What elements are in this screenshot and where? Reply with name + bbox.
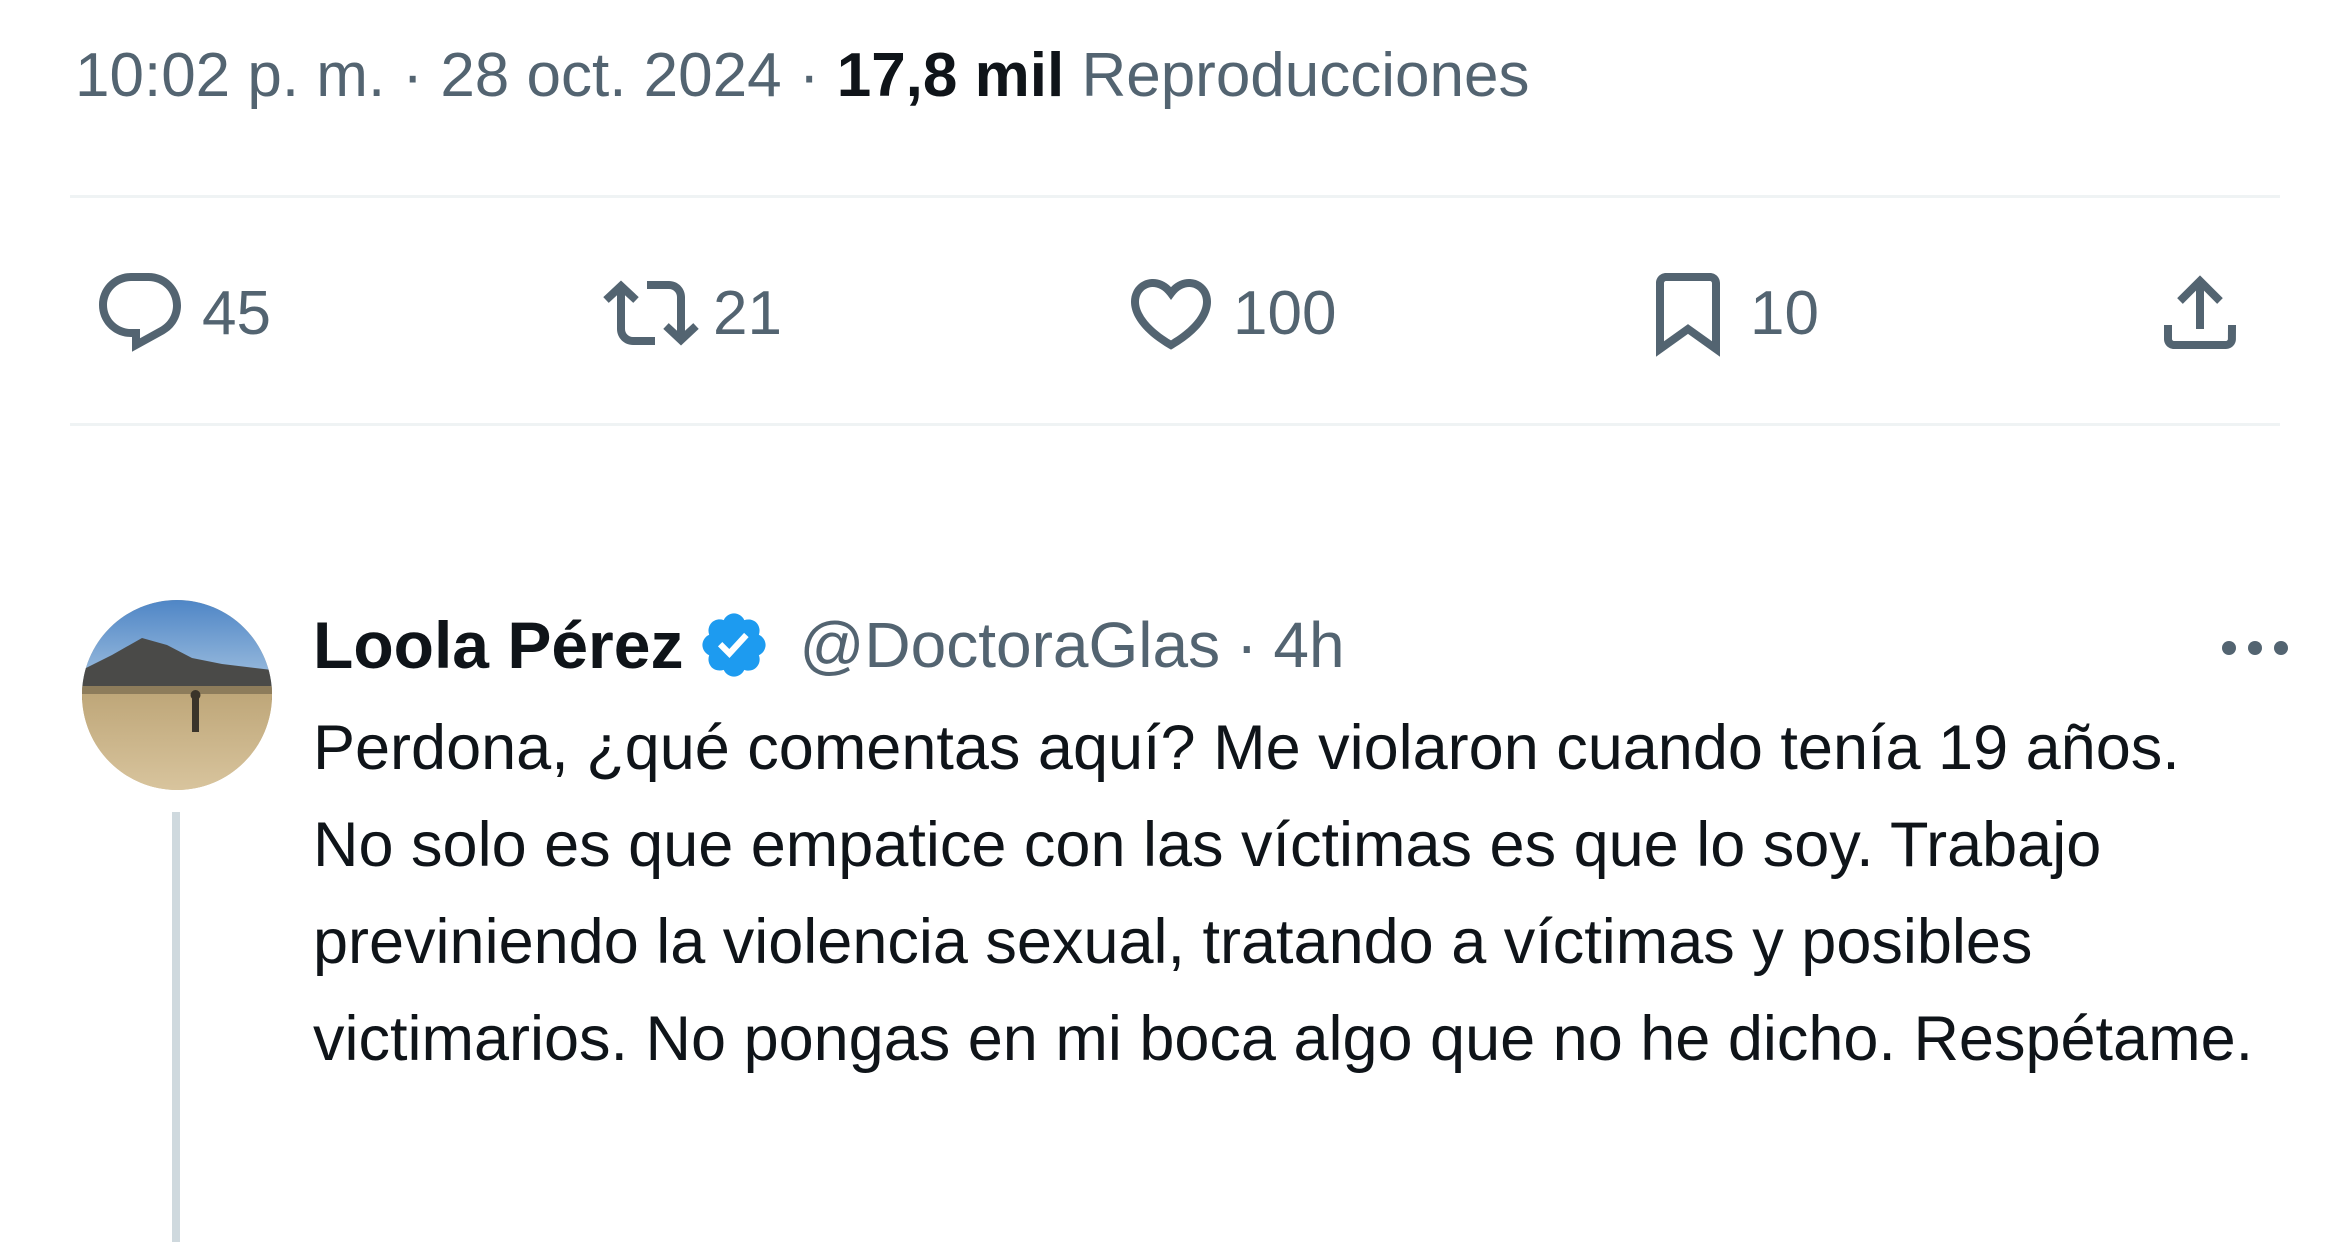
views-count[interactable]: 17,8 mil	[837, 41, 1064, 110]
reply-text: Perdona, ¿qué comentas aquí? Me violaron…	[313, 713, 2254, 1074]
meta-separator: ·	[798, 41, 820, 110]
tweet-meta: 10:02 p. m. · 28 oct. 2024 · 17,8 mil Re…	[75, 30, 1529, 122]
heart-icon	[1123, 265, 1219, 361]
share-icon	[2152, 265, 2248, 361]
more-icon	[2222, 641, 2288, 655]
handle[interactable]: @DoctoraGlas	[799, 608, 1220, 682]
like-button[interactable]: 100	[1123, 258, 1336, 368]
avatar[interactable]	[82, 600, 272, 790]
retweet-count: 21	[713, 278, 782, 348]
header-separator: ·	[1236, 609, 1258, 681]
retweet-button[interactable]: 21	[603, 258, 782, 368]
bookmark-button[interactable]: 10	[1640, 258, 1819, 368]
views-label: Reproducciones	[1081, 41, 1530, 110]
divider	[70, 195, 2280, 198]
thread-line	[172, 812, 180, 1242]
more-options-button[interactable]	[2215, 618, 2295, 678]
display-name[interactable]: Loola Pérez	[313, 607, 683, 683]
tweet-time[interactable]: 10:02 p. m.	[75, 41, 385, 110]
time-ago[interactable]: 4h	[1273, 608, 1344, 682]
reply-header: Loola Pérez @DoctoraGlas · 4h	[313, 600, 1345, 690]
action-bar: 45 21 100 10	[0, 258, 2350, 368]
reply-button[interactable]: 45	[92, 258, 271, 368]
meta-separator: ·	[402, 41, 424, 110]
verified-badge-icon[interactable]	[697, 608, 771, 682]
bookmark-count: 10	[1750, 278, 1819, 348]
reply-count: 45	[202, 278, 271, 348]
reply-tweet[interactable]: Loola Pérez @DoctoraGlas · 4h Perdona, ¿…	[0, 590, 2350, 1242]
share-button[interactable]	[2152, 258, 2248, 368]
divider	[70, 423, 2280, 426]
bookmark-icon	[1640, 265, 1736, 361]
like-count: 100	[1233, 278, 1337, 348]
reply-icon	[92, 265, 188, 361]
tweet-date[interactable]: 28 oct. 2024	[440, 41, 781, 110]
retweet-icon	[603, 265, 699, 361]
